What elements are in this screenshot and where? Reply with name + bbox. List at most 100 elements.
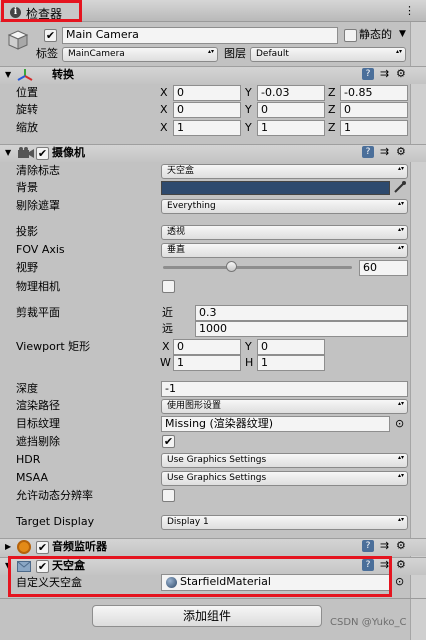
foldout-arrow-icon[interactable]: ▼	[5, 562, 13, 570]
active-checkbox[interactable]: ✔	[44, 29, 57, 42]
gear-icon[interactable]: ⚙	[396, 559, 406, 571]
preset-sliders-icon[interactable]: ⇉	[380, 68, 389, 80]
gear-icon[interactable]: ⚙	[396, 540, 406, 552]
hdr-label: HDR	[16, 453, 41, 466]
gear-icon[interactable]: ⚙	[396, 146, 406, 158]
scale-x-label[interactable]: X	[160, 121, 168, 135]
object-picker-icon[interactable]: ⊙	[395, 418, 404, 430]
dynamic-resolution-label: 允许动态分辨率	[16, 489, 93, 502]
culling-mask-dropdown[interactable]: Everything	[161, 199, 408, 214]
watermark: CSDN @Yuko_C	[330, 617, 407, 628]
eyedropper-icon[interactable]	[393, 180, 407, 197]
object-name-input[interactable]: Main Camera	[62, 27, 338, 44]
add-component-label: 添加组件	[182, 609, 231, 623]
audio-listener-icon	[17, 540, 31, 554]
add-component-button[interactable]: 添加组件	[92, 605, 322, 627]
target-display-dropdown[interactable]: Display 1	[161, 515, 408, 530]
material-sphere-icon	[166, 577, 177, 588]
background-color-swatch[interactable]	[161, 181, 390, 195]
preset-sliders-icon[interactable]: ⇉	[380, 559, 389, 571]
tag-dropdown[interactable]: MainCamera	[62, 47, 218, 62]
msaa-dropdown[interactable]: Use Graphics Settings	[161, 471, 408, 486]
tab-inspector[interactable]: i 检查器	[2, 2, 82, 22]
rot-x-input[interactable]: 0	[173, 102, 241, 118]
pos-x-input[interactable]: 0	[173, 85, 241, 101]
fov-axis-dropdown[interactable]: 垂直	[161, 243, 408, 258]
static-dropdown-arrow-icon[interactable]: ▼	[399, 29, 406, 39]
occlusion-culling-checkbox[interactable]: ✔	[162, 435, 175, 448]
pos-z-input[interactable]: -0.85	[340, 85, 408, 101]
gear-icon[interactable]: ⚙	[396, 68, 406, 80]
pos-x-label[interactable]: X	[160, 86, 168, 100]
depth-label: 深度	[16, 382, 38, 395]
scale-z-input[interactable]: 1	[340, 120, 408, 136]
skybox-title: 天空盒	[52, 559, 85, 572]
static-label: 静态的	[359, 28, 392, 41]
foldout-arrow-icon[interactable]: ▶	[5, 543, 13, 551]
scale-x-input[interactable]: 1	[173, 120, 241, 136]
camera-enabled-checkbox[interactable]: ✔	[36, 147, 49, 160]
background-label: 背景	[16, 181, 38, 194]
rot-x-label[interactable]: X	[160, 103, 168, 117]
viewport-y-input[interactable]: 0	[257, 339, 325, 355]
viewport-w-label[interactable]: W	[160, 356, 171, 370]
far-input[interactable]: 1000	[195, 321, 408, 337]
rot-y-input[interactable]: 0	[257, 102, 325, 118]
scale-y-input[interactable]: 1	[257, 120, 325, 136]
target-display-label: Target Display	[16, 515, 95, 528]
help-book-icon[interactable]: ?	[362, 146, 374, 158]
scale-z-label[interactable]: Z	[328, 121, 336, 135]
pos-y-input[interactable]: -0.03	[257, 85, 325, 101]
help-book-icon[interactable]: ?	[362, 540, 374, 552]
rot-y-label[interactable]: Y	[245, 103, 252, 117]
scale-y-label[interactable]: Y	[245, 121, 252, 135]
target-texture-field[interactable]: Missing (渲染器纹理)	[161, 416, 390, 432]
viewport-x-input[interactable]: 0	[173, 339, 241, 355]
hdr-dropdown[interactable]: Use Graphics Settings	[161, 453, 408, 468]
layer-label: 图层	[224, 47, 246, 60]
kebab-menu-icon[interactable]: ⋮	[404, 5, 415, 17]
preset-sliders-icon[interactable]: ⇉	[380, 146, 389, 158]
viewport-x-label[interactable]: X	[162, 340, 170, 354]
clear-flags-dropdown[interactable]: 天空盒	[161, 164, 408, 179]
physical-camera-label: 物理相机	[16, 280, 60, 293]
fov-axis-label: FOV Axis	[16, 243, 65, 256]
rot-z-input[interactable]: 0	[340, 102, 408, 118]
foldout-arrow-icon[interactable]: ▼	[5, 71, 13, 79]
projection-dropdown[interactable]: 透视	[161, 225, 408, 240]
info-icon: i	[10, 7, 21, 18]
position-label: 位置	[16, 86, 38, 99]
viewport-y-label[interactable]: Y	[245, 340, 252, 354]
audio-listener-enabled-checkbox[interactable]: ✔	[36, 541, 49, 554]
pos-z-label[interactable]: Z	[328, 86, 336, 100]
foldout-arrow-icon[interactable]: ▼	[5, 149, 13, 157]
depth-input[interactable]: -1	[161, 381, 408, 397]
static-checkbox[interactable]	[344, 29, 357, 42]
preset-sliders-icon[interactable]: ⇉	[380, 540, 389, 552]
pos-y-label[interactable]: Y	[245, 86, 252, 100]
physical-camera-checkbox[interactable]	[162, 280, 175, 293]
target-texture-label: 目标纹理	[16, 417, 60, 430]
bottom-divider	[0, 598, 426, 599]
layer-dropdown[interactable]: Default	[250, 47, 406, 62]
help-book-icon[interactable]: ?	[362, 68, 374, 80]
fov-slider-track[interactable]	[163, 266, 352, 269]
near-label: 近	[162, 306, 173, 319]
viewport-w-input[interactable]: 1	[173, 355, 241, 371]
fov-label: 视野	[16, 261, 38, 274]
fov-input[interactable]: 60	[359, 260, 408, 276]
near-input[interactable]: 0.3	[195, 305, 408, 321]
object-picker-icon[interactable]: ⊙	[395, 576, 404, 588]
rot-z-label[interactable]: Z	[328, 103, 336, 117]
skybox-enabled-checkbox[interactable]: ✔	[36, 560, 49, 573]
help-book-icon[interactable]: ?	[362, 559, 374, 571]
custom-skybox-label: 自定义天空盒	[16, 576, 82, 589]
fov-slider-thumb[interactable]	[226, 261, 238, 272]
dynamic-resolution-checkbox[interactable]	[162, 489, 175, 502]
rendering-path-label: 渲染路径	[16, 399, 60, 412]
rendering-path-dropdown[interactable]: 使用图形设置	[161, 399, 408, 414]
skybox-material-field[interactable]: StarfieldMaterial	[161, 574, 390, 591]
viewport-h-label[interactable]: H	[245, 356, 253, 370]
transform-axes-icon	[17, 68, 33, 85]
viewport-h-input[interactable]: 1	[257, 355, 325, 371]
